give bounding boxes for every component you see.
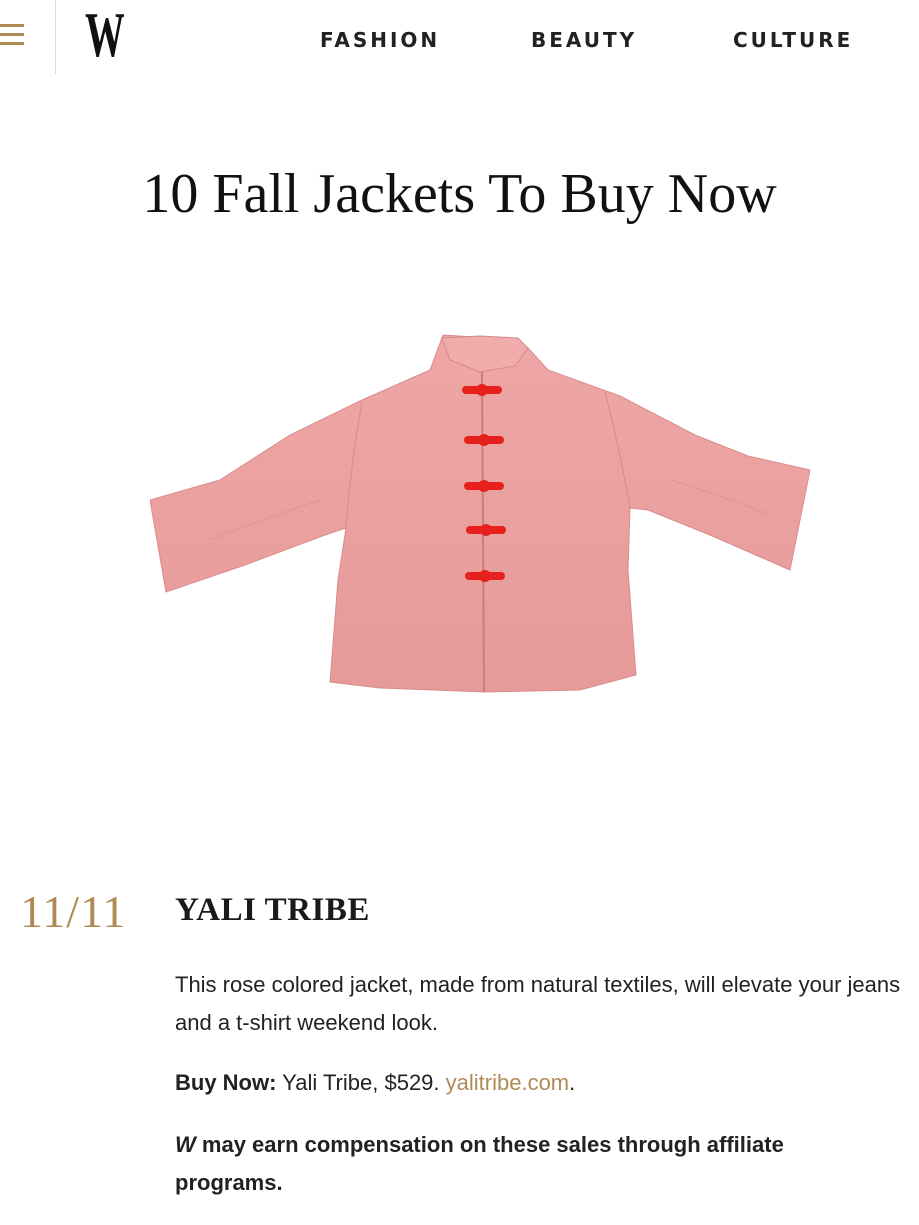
page-title: 10 Fall Jackets To Buy Now [142,163,777,225]
header-divider [55,0,56,74]
slide-counter: 11/11 [20,886,127,937]
retailer-link[interactable]: yalitribe.com [446,1070,569,1095]
nav-beauty[interactable]: BEAUTY [531,28,637,52]
site-header: W FASHION BEAUTY CULTURE [0,0,919,74]
jacket-image [150,334,811,693]
disclaimer-w: W [175,1132,196,1157]
hamburger-menu-icon[interactable] [0,22,24,48]
w-logo[interactable]: W [85,2,125,68]
nav-fashion[interactable]: FASHION [320,28,440,52]
buy-now-end: . [569,1070,576,1095]
buy-now-label: Buy Now: [175,1070,277,1095]
affiliate-disclaimer: W may earn compensation on these sales t… [175,1126,875,1202]
nav-culture[interactable]: CULTURE [733,28,853,52]
disclaimer-text: may earn compensation on these sales thr… [175,1132,784,1195]
brand-heading: YALI TRIBE [175,892,370,928]
buy-now-line: Buy Now: Yali Tribe, $529. yalitribe.com… [175,1066,575,1100]
buy-now-text: Yali Tribe, $529. [282,1070,440,1095]
product-description: This rose colored jacket, made from natu… [175,972,901,1035]
